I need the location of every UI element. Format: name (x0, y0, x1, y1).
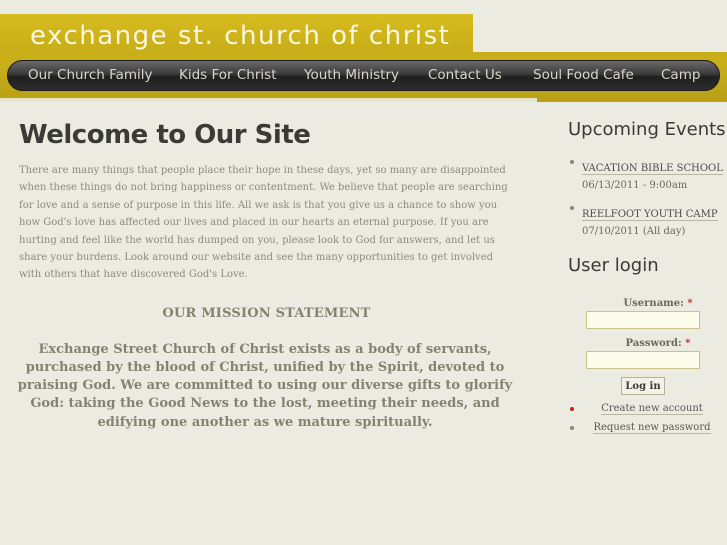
event-date: 06/13/2011 - 9:00am (582, 180, 688, 191)
create-account-link[interactable]: Create new account (601, 403, 703, 415)
list-item: Create new account (568, 399, 727, 418)
page-title: Welcome to Our Site (19, 120, 311, 150)
nav-item-camp[interactable]: Camp (661, 61, 700, 90)
event-link-reelfoot-youth-camp[interactable]: REELFOOT YOUTH CAMP (582, 209, 718, 221)
bullet-icon (570, 206, 574, 210)
events-list: VACATION BIBLE SCHOOL 06/13/2011 - 9:00a… (568, 156, 726, 240)
account-links: Create new account Request new password (568, 399, 727, 437)
user-login-title: User login (568, 255, 659, 276)
required-mark: * (687, 298, 693, 309)
bullet-icon (570, 407, 574, 411)
main-navigation: Our Church Family Kids For Christ Youth … (7, 60, 720, 91)
event-item: VACATION BIBLE SCHOOL 06/13/2011 - 9:00a… (568, 156, 726, 194)
bullet-icon (570, 160, 574, 164)
header-right-background (473, 14, 727, 54)
nav-item-our-church-family[interactable]: Our Church Family (28, 61, 153, 90)
sidebar: Upcoming Events VACATION BIBLE SCHOOL 06… (568, 118, 726, 437)
mission-heading: OUR MISSION STATEMENT (162, 305, 371, 321)
mission-statement: Exchange Street Church of Christ exists … (17, 341, 513, 430)
site-header: exchange st. church of christ Our Church… (0, 0, 727, 102)
nav-item-youth-ministry[interactable]: Youth Ministry (304, 61, 399, 90)
event-item: REELFOOT YOUTH CAMP 07/10/2011 (All day) (568, 202, 726, 240)
site-title[interactable]: exchange st. church of christ (30, 21, 450, 51)
required-mark: * (685, 338, 691, 349)
event-date: 07/10/2011 (All day) (582, 226, 686, 237)
password-label: Password: * (625, 338, 691, 349)
header-right-strip (473, 52, 727, 56)
nav-item-contact-us[interactable]: Contact Us (428, 61, 502, 90)
login-form: Username: * Password: * Log in Create ne… (568, 298, 727, 437)
username-field[interactable] (586, 311, 700, 329)
intro-paragraph: There are many things that people place … (19, 165, 508, 281)
bullet-icon (570, 426, 574, 430)
password-field[interactable] (586, 351, 700, 369)
login-button[interactable]: Log in (621, 377, 665, 395)
event-link-vacation-bible-school[interactable]: VACATION BIBLE SCHOOL (582, 163, 723, 175)
list-item: Request new password (568, 418, 727, 437)
upcoming-events-title: Upcoming Events (568, 119, 726, 140)
header-bottom-highlight (0, 98, 537, 102)
nav-item-soul-food-cafe[interactable]: Soul Food Cafe (533, 61, 634, 90)
username-label: Username: * (623, 298, 693, 309)
main-content: Welcome to Our Site There are many thing… (18, 120, 514, 432)
nav-item-kids-for-christ[interactable]: Kids For Christ (179, 61, 277, 90)
request-password-link[interactable]: Request new password (593, 422, 711, 434)
